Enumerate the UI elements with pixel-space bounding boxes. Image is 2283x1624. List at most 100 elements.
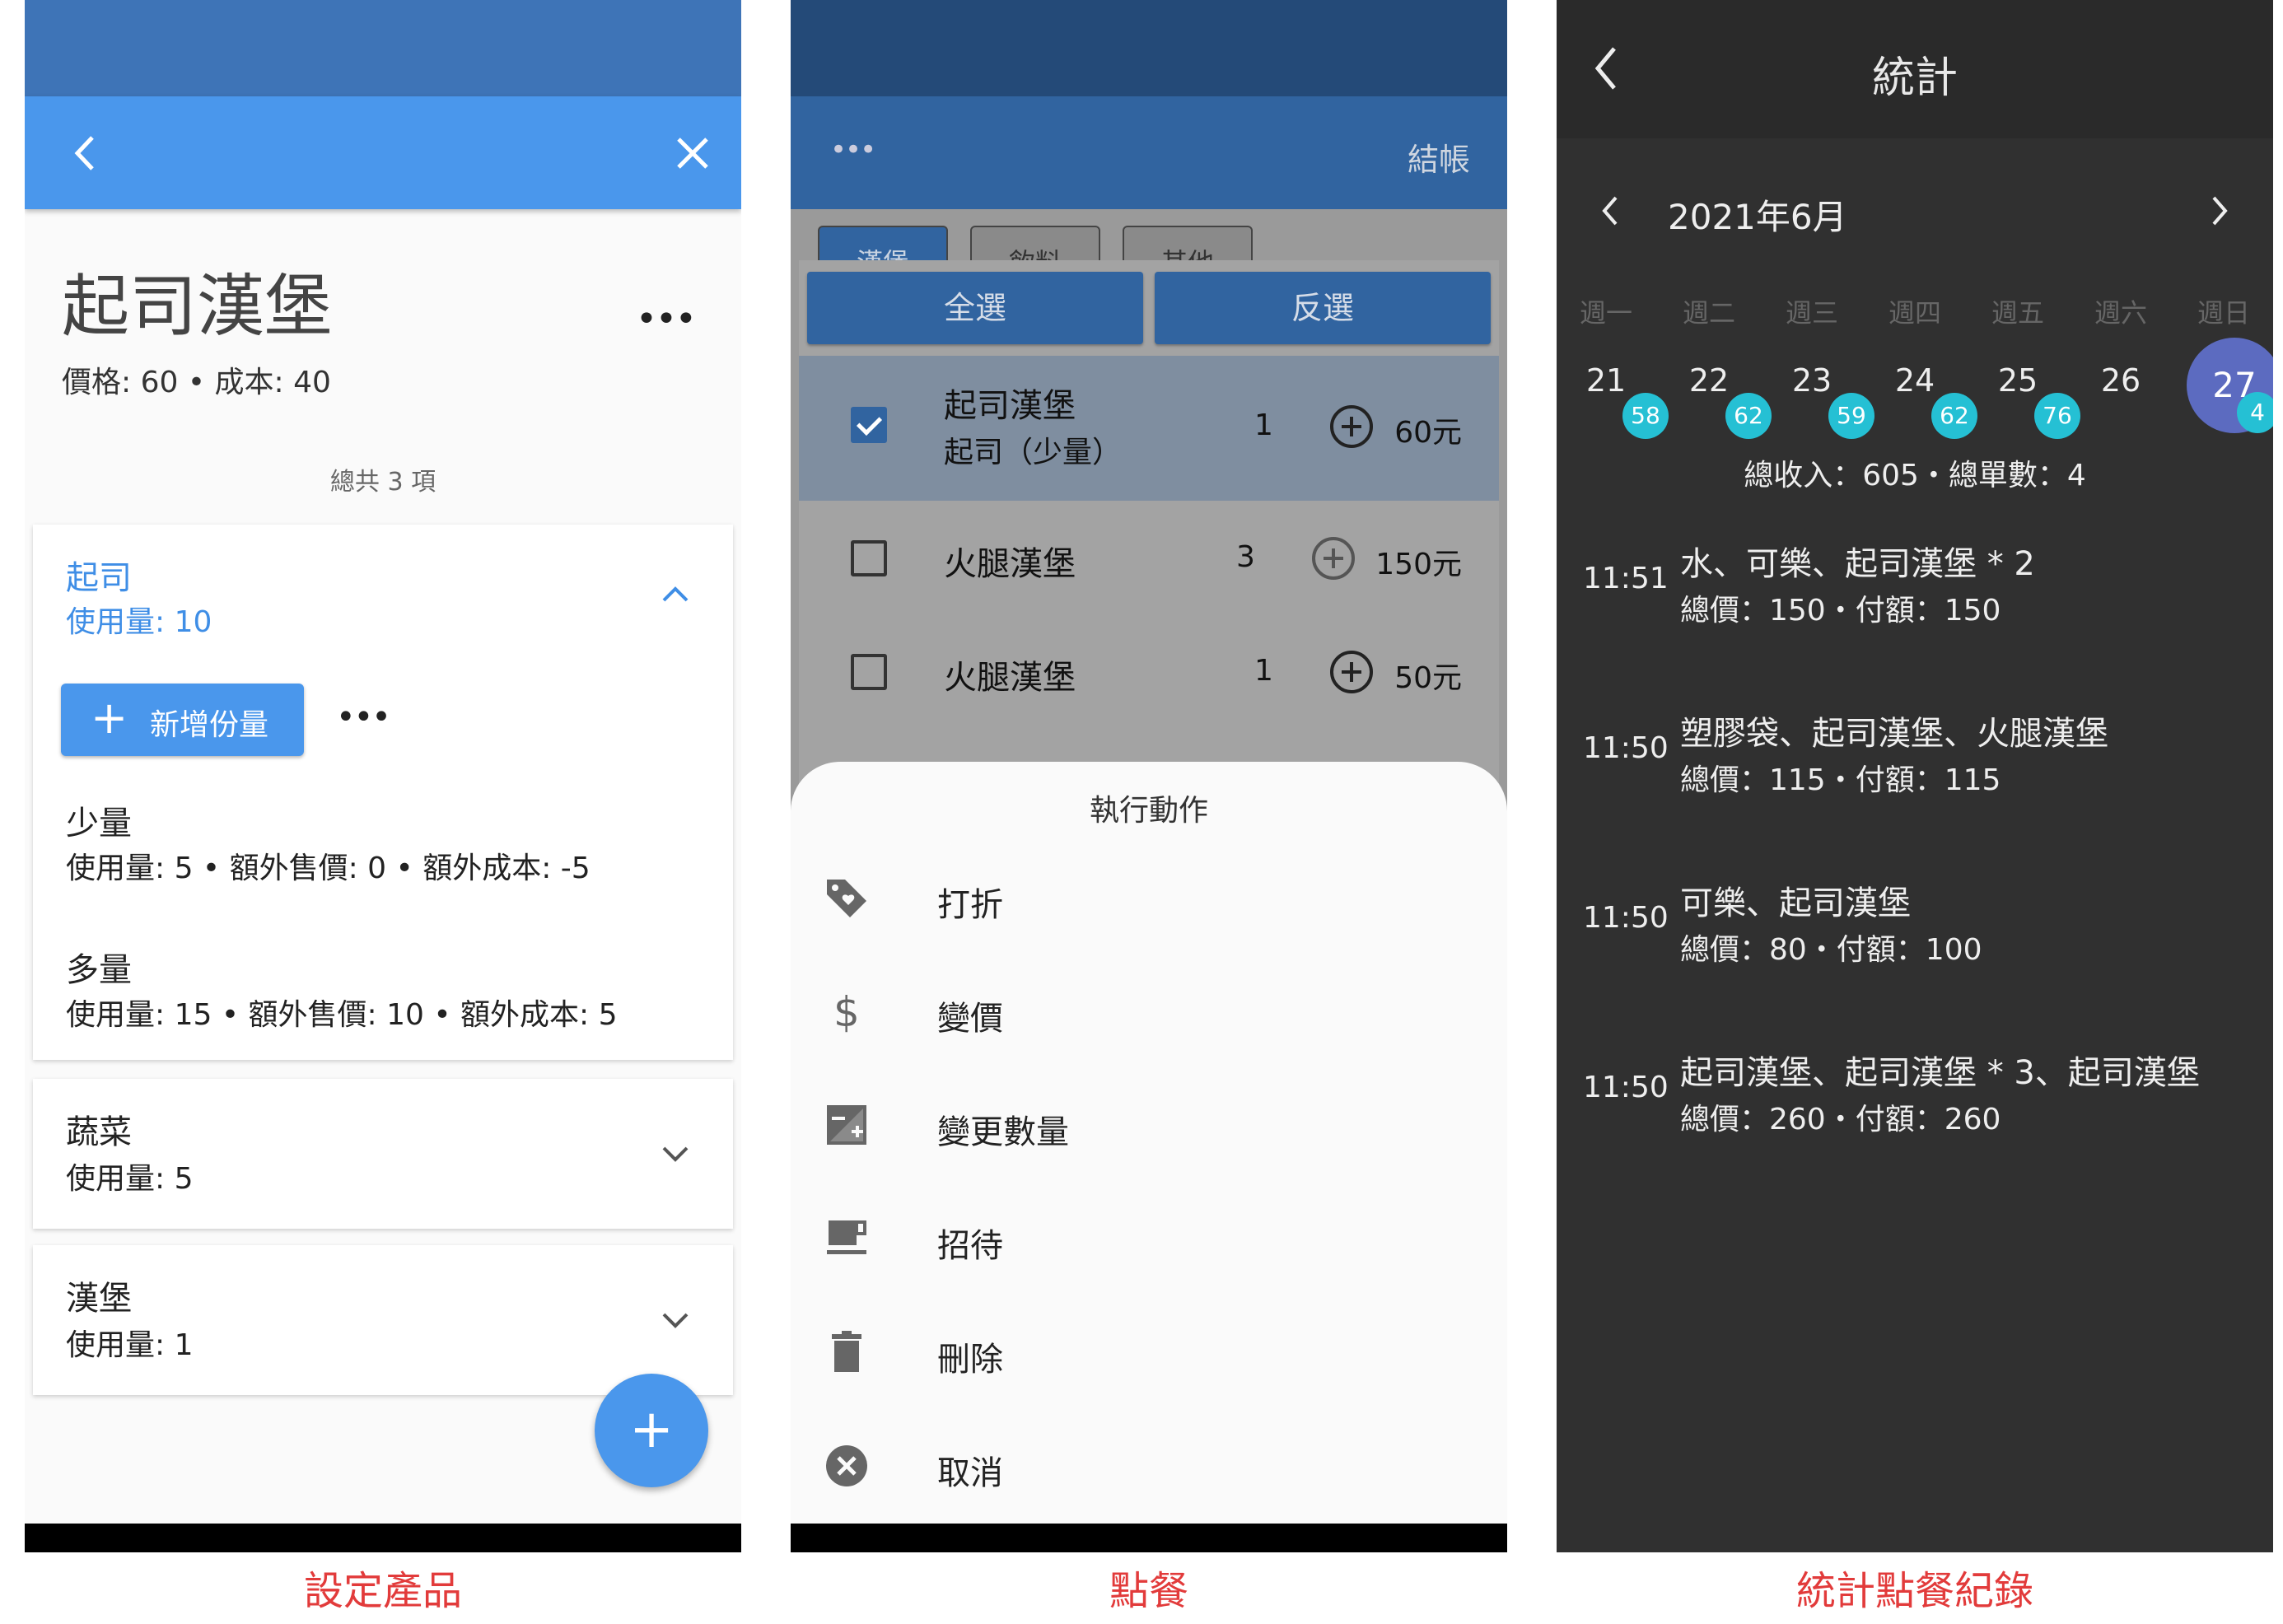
ingredient-name: 蔬菜 xyxy=(66,1113,132,1151)
plus-circle-icon[interactable] xyxy=(1330,651,1373,693)
action-change-price[interactable]: $ 變價 xyxy=(791,962,1507,1061)
chevron-right-icon[interactable] xyxy=(2207,194,2232,227)
caption-product: 設定產品 xyxy=(303,1568,462,1614)
calendar-day[interactable]: 25 xyxy=(1981,362,2055,399)
item-qty: 1 xyxy=(1254,408,1273,442)
record-items: 可樂、起司漢堡 xyxy=(1680,884,1911,922)
ingredient-name: 漢堡 xyxy=(66,1280,132,1318)
order-count-badge: 59 xyxy=(1828,393,1874,439)
action-delete[interactable]: 刪除 xyxy=(791,1303,1507,1402)
ingredient-name[interactable]: 起司 xyxy=(66,551,132,599)
item-name: 火腿漢堡 xyxy=(944,659,1076,697)
invert-selection-button[interactable]: 反選 xyxy=(1155,272,1491,344)
portion-more-menu[interactable]: ••• xyxy=(336,698,391,736)
action-label: 取消 xyxy=(937,1454,1003,1492)
plus-circle-icon[interactable] xyxy=(1330,405,1373,448)
chevron-down-icon[interactable] xyxy=(659,1141,692,1166)
back-arrow-icon[interactable] xyxy=(66,133,107,174)
action-label: 刪除 xyxy=(937,1341,1003,1379)
checkbox[interactable] xyxy=(851,654,887,690)
chevron-left-icon[interactable] xyxy=(1598,194,1622,227)
weekday-label: 週五 xyxy=(1991,297,2044,329)
record-total: 總價：260・付額：260 xyxy=(1680,1103,2001,1136)
sheet-title: 執行動作 xyxy=(1089,794,1208,828)
calendar-day[interactable]: 22 xyxy=(1672,362,1746,399)
ingredient-card-vegetable[interactable]: 蔬菜 使用量: 5 xyxy=(33,1079,733,1229)
order-row[interactable]: 火腿漢堡 1 50元 xyxy=(799,616,1499,731)
ingredient-total: 總共 3 項 xyxy=(329,468,437,497)
product-price-cost: 價格: 60 • 成本: 40 xyxy=(62,366,331,399)
app-bar: ••• 結帳 xyxy=(791,96,1507,209)
nav-bar xyxy=(25,1524,741,1552)
order-row[interactable]: 火腿漢堡 3 150元 xyxy=(799,501,1499,616)
select-all-button[interactable]: 全選 xyxy=(807,272,1143,344)
calendar-day[interactable]: 24 xyxy=(1878,362,1952,399)
add-ingredient-fab[interactable]: + xyxy=(595,1374,708,1487)
ingredient-usage: 使用量: 10 xyxy=(66,605,212,639)
weekday-label: 週四 xyxy=(1888,297,1941,329)
action-label: 變價 xyxy=(937,1000,1003,1038)
more-menu[interactable]: ••• xyxy=(830,133,876,166)
product-settings-screen: 起司漢堡 價格: 60 • 成本: 40 ••• 總共 3 項 起司 使用量: … xyxy=(25,0,741,1552)
chevron-up-icon[interactable] xyxy=(659,581,692,605)
coffee-icon xyxy=(827,1220,866,1254)
app-bar xyxy=(25,96,741,209)
ingredient-usage: 使用量: 1 xyxy=(66,1328,194,1362)
record-total: 總價：80・付額：100 xyxy=(1680,933,1982,967)
option-detail: 使用量: 15 • 額外售價: 10 • 額外成本: 5 xyxy=(66,998,618,1032)
dollar-icon: $ xyxy=(833,988,860,1036)
chevron-down-icon[interactable] xyxy=(659,1308,692,1332)
checkbox-checked[interactable] xyxy=(851,407,887,443)
record-time: 11:50 xyxy=(1583,731,1669,765)
option-name[interactable]: 少量 xyxy=(66,796,132,844)
option-detail: 使用量: 5 • 額外售價: 0 • 額外成本: -5 xyxy=(66,852,591,885)
product-more-menu[interactable]: ••• xyxy=(636,298,697,340)
weekday-label: 週三 xyxy=(1785,297,1838,329)
plus-icon: + xyxy=(91,692,128,744)
record-items: 塑膠袋、起司漢堡、火腿漢堡 xyxy=(1680,715,2108,753)
item-qty: 1 xyxy=(1254,654,1273,688)
order-count-badge: 62 xyxy=(1725,393,1772,439)
item-qty: 3 xyxy=(1236,540,1255,574)
cancel-circle-icon xyxy=(826,1445,867,1486)
order-count-badge: 4 xyxy=(2237,392,2273,433)
checkbox[interactable] xyxy=(851,540,887,576)
checkout-button[interactable]: 結帳 xyxy=(1408,134,1470,180)
item-name: 火腿漢堡 xyxy=(944,545,1076,583)
action-cancel[interactable]: 取消 xyxy=(791,1416,1507,1515)
product-name[interactable]: 起司漢堡 xyxy=(62,251,332,349)
page-title: 統計 xyxy=(1871,54,1958,103)
ingredient-card-burger[interactable]: 漢堡 使用量: 1 xyxy=(33,1245,733,1395)
close-icon[interactable] xyxy=(675,136,710,170)
svg-text:$: $ xyxy=(833,988,860,1036)
action-label: 變更數量 xyxy=(937,1113,1069,1151)
record-time: 11:50 xyxy=(1583,901,1669,935)
action-discount[interactable]: 打折 xyxy=(791,848,1507,947)
order-selection-dialog: 全選 反選 起司漢堡 起司（少量） 1 60元 火腿漢堡 3 150元 火腿漢堡… xyxy=(799,260,1499,787)
month-label: 2021年6月 xyxy=(1668,197,1847,237)
plus-circle-icon[interactable] xyxy=(1312,537,1355,580)
plus-minus-box-icon xyxy=(827,1105,866,1145)
weekday-label: 週日 xyxy=(2197,297,2250,329)
statistics-screen: 統計 2021年6月 週一 週二 週三 週四 週五 週六 週日 21 58 22… xyxy=(1557,0,2273,1552)
calendar-day[interactable]: 21 xyxy=(1569,362,1643,399)
record-items: 水、可樂、起司漢堡 * 2 xyxy=(1680,545,2035,583)
order-row[interactable]: 起司漢堡 起司（少量） 1 60元 xyxy=(799,356,1499,501)
calendar-day[interactable]: 26 xyxy=(2084,362,2158,399)
status-bar xyxy=(25,0,741,96)
nav-bar xyxy=(791,1524,1507,1552)
order-count-badge: 58 xyxy=(1622,393,1669,439)
calendar-day[interactable]: 23 xyxy=(1775,362,1849,399)
order-count-badge: 62 xyxy=(1931,393,1977,439)
add-portion-button[interactable]: + 新增份量 xyxy=(61,684,304,756)
order-screen: ••• 結帳 漢堡 飲料 其他 全選 反選 起司漢堡 起司（少量） 1 60元 … xyxy=(791,0,1507,1552)
item-price: 60元 xyxy=(1394,416,1462,450)
caption-order: 點餐 xyxy=(1109,1568,1188,1614)
item-name: 起司漢堡 xyxy=(944,387,1076,425)
caption-stats: 統計點餐紀錄 xyxy=(1795,1568,2033,1614)
action-complimentary[interactable]: 招待 xyxy=(791,1189,1507,1288)
option-name[interactable]: 多量 xyxy=(66,943,132,991)
weekday-label: 週一 xyxy=(1579,297,1632,329)
action-change-qty[interactable]: 變更數量 xyxy=(791,1076,1507,1174)
weekday-label: 週二 xyxy=(1682,297,1735,329)
